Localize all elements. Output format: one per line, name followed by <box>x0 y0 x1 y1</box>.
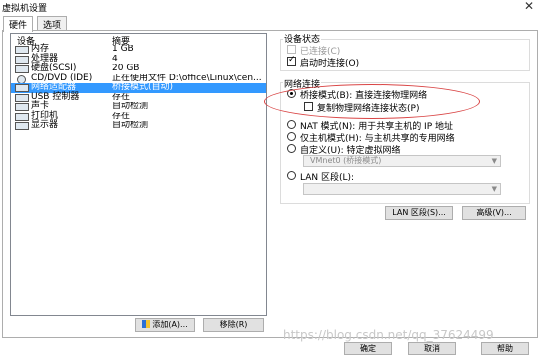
title-bar: 虚拟机设置 ✕ <box>0 0 542 14</box>
hard-disk-icon <box>15 65 29 73</box>
shield-icon <box>142 320 151 328</box>
remove-device-button[interactable]: 移除(R) <box>203 318 264 332</box>
lan-segment-select[interactable]: ▼ <box>303 183 501 195</box>
connect-at-power-on-checkbox[interactable] <box>287 55 296 66</box>
connect-at-power-on-label: 启动时连接(O) <box>300 59 360 69</box>
device-list[interactable]: 设备 摘要 内存 1 GB 处理器 4 硬盘(SCSI) 20 GB CD/DV… <box>10 33 267 316</box>
add-device-button[interactable]: 添加(A)... <box>135 318 195 332</box>
lan-segment-radio[interactable] <box>287 171 296 180</box>
vmnet-select[interactable]: VMnet0 (桥接模式) ▼ <box>303 155 501 167</box>
ok-button[interactable]: 确定 <box>344 342 392 355</box>
usb-icon <box>15 93 29 102</box>
custom-radio[interactable] <box>287 144 296 153</box>
device-summary: 1 GB <box>112 45 134 54</box>
device-summary: 4 <box>112 54 118 64</box>
device-summary: 自动检测 <box>112 102 149 111</box>
watermark-text: https://blog.csdn.net/qq_37624499 <box>283 328 494 342</box>
chevron-down-icon: ▼ <box>491 185 497 193</box>
device-name: 显示器 <box>31 120 59 130</box>
device-row-display[interactable]: 显示器 自动检测 <box>11 120 266 131</box>
monitor-icon <box>15 122 29 130</box>
advanced-button[interactable]: 高级(V)... <box>462 206 526 220</box>
close-icon[interactable]: ✕ <box>524 0 534 13</box>
highlight-ellipse <box>264 84 480 119</box>
device-summary: 桥接模式(自动) <box>112 83 174 92</box>
connected-checkbox[interactable] <box>287 45 296 54</box>
speaker-icon <box>15 103 29 111</box>
memory-icon <box>15 46 29 54</box>
device-summary: 存在 <box>112 111 131 121</box>
device-summary: 存在 <box>112 92 131 102</box>
tab-strip: 硬件 选项 <box>0 16 542 32</box>
device-list-header: 设备 摘要 <box>11 34 266 47</box>
processor-icon <box>15 55 29 64</box>
host-only-radio[interactable] <box>287 132 296 141</box>
cancel-button[interactable]: 取消 <box>408 342 456 355</box>
device-row-usb-controller[interactable]: USB 控制器 存在 <box>11 92 266 103</box>
device-summary: 自动检测 <box>112 121 149 130</box>
device-summary: 20 GB <box>112 64 140 73</box>
lan-segment-label: LAN 区段(L): <box>300 173 355 183</box>
window-title: 虚拟机设置 <box>2 4 48 14</box>
add-button-label: 添加(A)... <box>152 320 188 329</box>
lan-segments-button[interactable]: LAN 区段(S)... <box>385 206 453 220</box>
chevron-down-icon: ▼ <box>491 157 497 165</box>
help-button[interactable]: 帮助 <box>481 342 529 355</box>
network-adapter-icon <box>15 84 29 92</box>
tab-hardware[interactable]: 硬件 <box>3 16 34 32</box>
device-summary: 正在使用文件 D:\office\Linux\cen... <box>112 73 262 83</box>
nat-radio[interactable] <box>287 120 296 129</box>
tab-options[interactable]: 选项 <box>37 16 68 31</box>
vmnet-select-value: VMnet0 (桥接模式) <box>310 156 382 165</box>
printer-icon <box>15 112 29 121</box>
